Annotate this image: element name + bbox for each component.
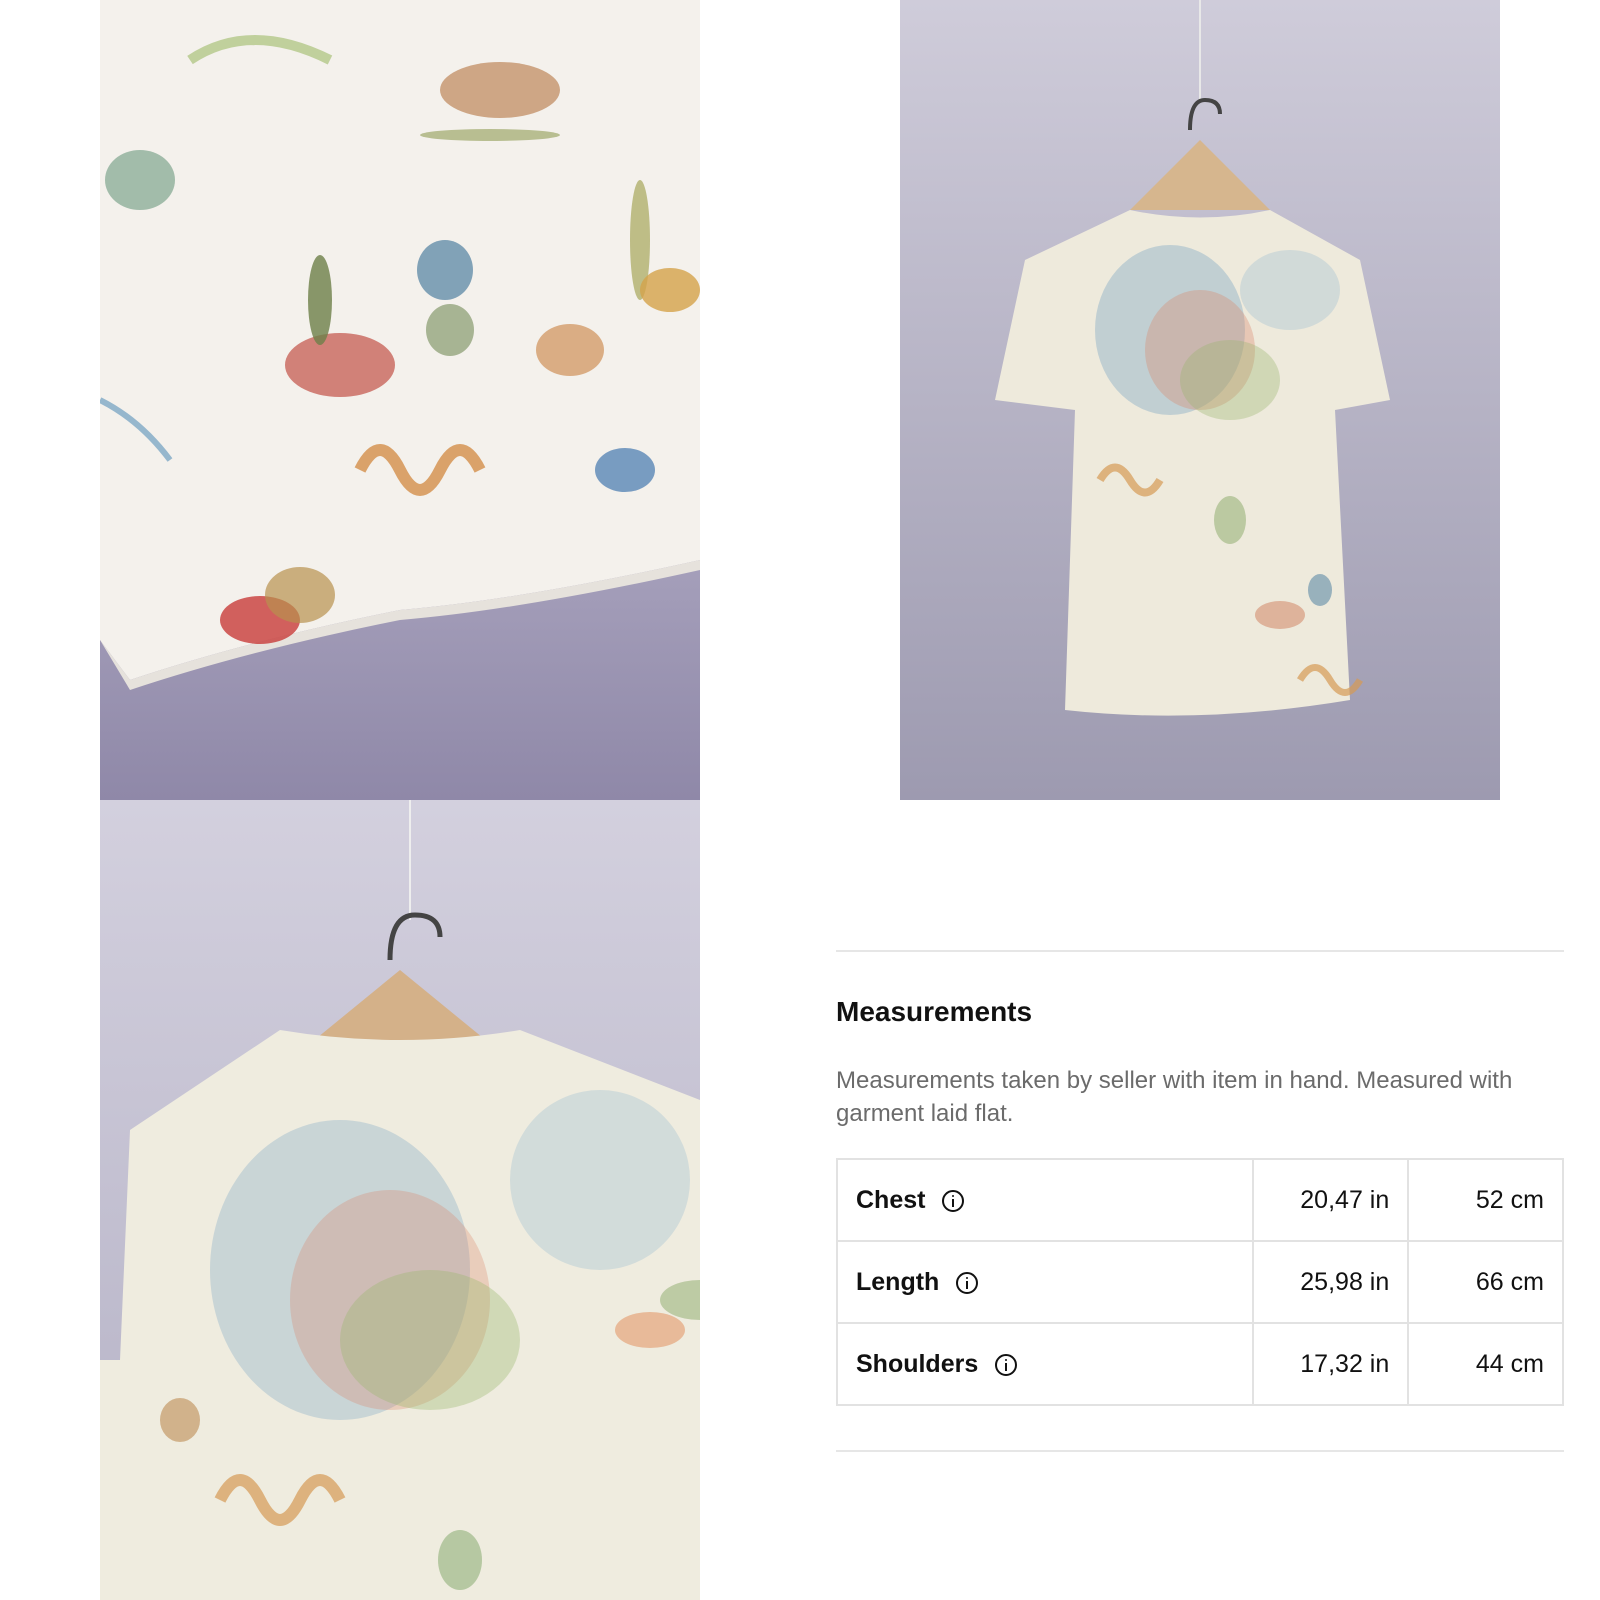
divider-top [836,950,1564,952]
value-inches: 17,32 in [1252,1322,1410,1406]
row-label-shoulders: Shoulders [856,1349,979,1378]
measurements-description: Measurements taken by seller with item i… [836,1067,1513,1127]
value-cm: 52 cm [1407,1158,1564,1242]
info-icon[interactable] [942,1189,965,1212]
info-icon[interactable] [956,1271,979,1294]
product-photo-back[interactable] [900,0,1500,800]
value-cm: 66 cm [1407,1240,1564,1324]
table-row: Shoulders 17,32 in 44 cm [835,1322,1564,1406]
value-cm: 44 cm [1407,1322,1564,1406]
row-label-chest: Chest [856,1185,926,1214]
table-row: Length 25,98 in 66 cm [835,1240,1564,1324]
table-row: Chest 20,47 in 52 cm [835,1158,1564,1242]
measurements-table: Chest 20,47 in 52 cm Length 25,98 in 66 … [835,1158,1564,1406]
row-label-length: Length [856,1267,940,1296]
value-inches: 20,47 in [1252,1158,1410,1242]
divider-bottom [836,1450,1564,1452]
measurements-panel: Measurements Measurements taken by selle… [835,950,1564,1452]
product-photo-detail[interactable] [100,0,700,800]
measurements-title: Measurements [836,996,1033,1027]
product-photo-back-closeup[interactable] [100,800,700,1600]
value-inches: 25,98 in [1252,1240,1410,1324]
info-icon[interactable] [995,1353,1018,1376]
